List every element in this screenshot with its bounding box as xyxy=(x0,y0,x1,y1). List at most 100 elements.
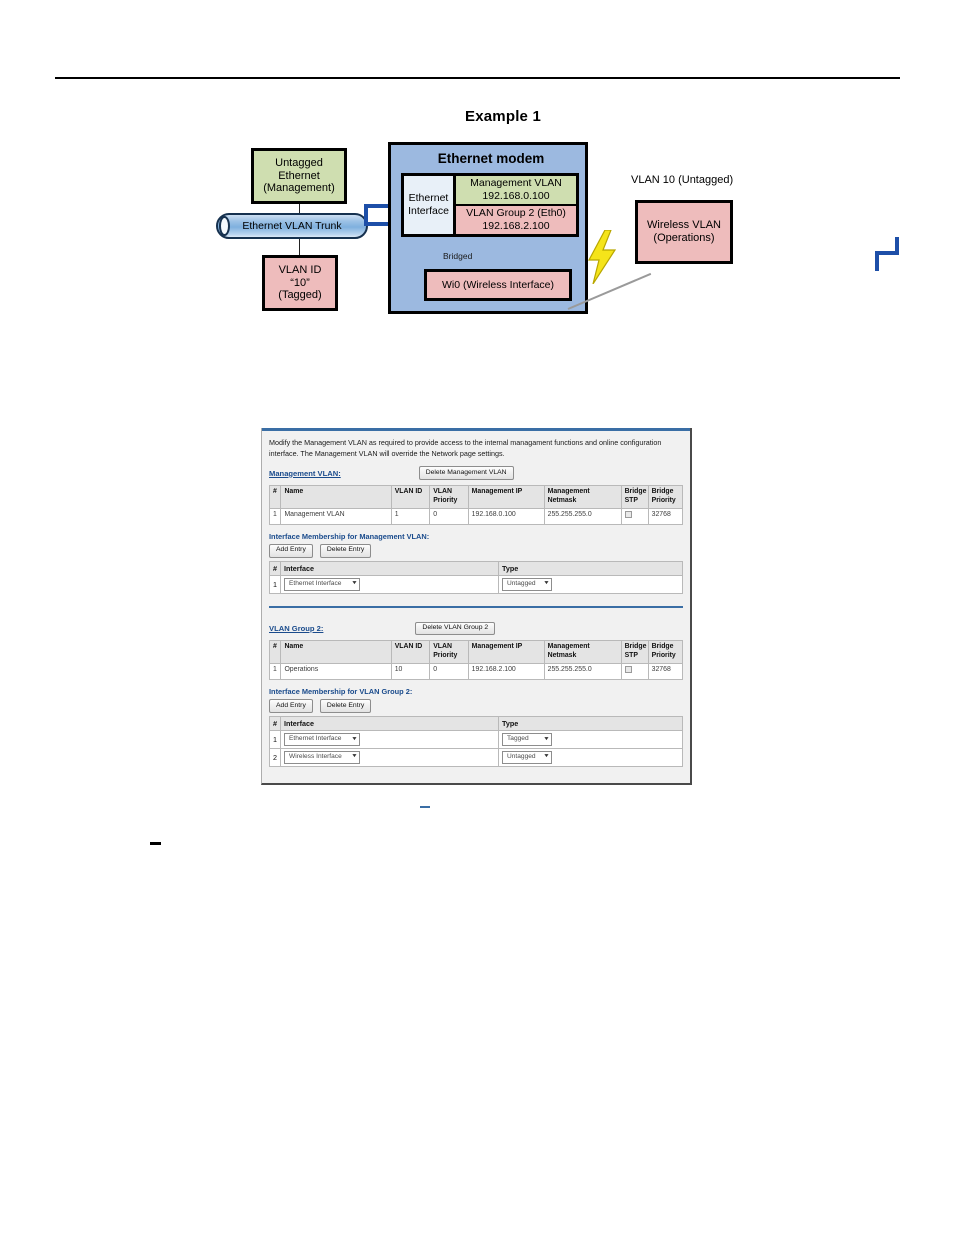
mgmt-vlan-line-1: Management VLAN xyxy=(470,177,562,190)
table-header-row: # Interface Type xyxy=(269,715,683,731)
header-bridge-priority: Bridge Priority xyxy=(647,485,684,509)
add-entry-button-management[interactable]: Add Entry xyxy=(269,543,313,558)
cell-vlan-priority[interactable]: 0 xyxy=(429,663,469,680)
wireless-line-1: Wireless VLAN xyxy=(647,219,721,232)
table-row: 1 Ethernet Interface ▼ Untagged ▼ xyxy=(269,574,683,594)
vlan-stack: Management VLAN 192.168.0.100 VLAN Group… xyxy=(456,176,576,234)
cell-bridge-priority[interactable]: 32768 xyxy=(647,663,684,680)
interface-select-management-1[interactable]: Ethernet Interface ▼ xyxy=(284,577,360,591)
cell-name[interactable]: Management VLAN xyxy=(280,507,392,525)
header-bridge-priority: Bridge Priority xyxy=(647,640,684,664)
vlan10-untagged-label: VLAN 10 (Untagged) xyxy=(631,174,734,186)
cell-num: 1 xyxy=(269,729,281,749)
interface-select-group2-2[interactable]: Wireless Interface ▼ xyxy=(284,750,360,764)
cell-management-netmask[interactable]: 255.255.255.0 xyxy=(543,507,622,525)
type-select-management-1[interactable]: Untagged ▼ xyxy=(502,577,552,591)
interface-select-value: Ethernet Interface xyxy=(289,580,342,588)
chevron-down-icon: ▼ xyxy=(543,580,550,587)
cell-vlan-priority[interactable]: 0 xyxy=(429,507,469,525)
bridged-label: Bridged xyxy=(443,251,473,261)
vlan-group2-table: # Name VLAN ID VLAN Priority Management … xyxy=(268,640,684,680)
vlan-id-tagged-box: VLAN ID “10” (Tagged) xyxy=(262,255,338,311)
cell-management-ip[interactable]: 192.168.2.100 xyxy=(467,663,545,680)
type-select-group2-2[interactable]: Untagged ▼ xyxy=(502,750,552,764)
header-management-ip: Management IP xyxy=(467,485,545,509)
management-vlan-section-header: Management VLAN: Delete Management VLAN xyxy=(269,466,683,481)
header-num: # xyxy=(268,485,282,509)
section-divider xyxy=(269,605,683,608)
untagged-line-3: (Management) xyxy=(263,182,335,195)
cell-vlan-id[interactable]: 1 xyxy=(390,507,431,525)
cell-vlan-id[interactable]: 10 xyxy=(390,663,431,680)
header-vlan-id: VLAN ID xyxy=(390,640,431,664)
delete-entry-button-group2[interactable]: Delete Entry xyxy=(319,699,372,713)
header-bridge-stp: Bridge STP xyxy=(620,485,649,509)
header-management-netmask: Management Netmask xyxy=(543,485,622,509)
page-header-rule xyxy=(55,77,900,79)
delete-entry-button-management[interactable]: Delete Entry xyxy=(319,543,372,558)
interface-select-value: Wireless Interface xyxy=(289,753,342,761)
cell-num: 2 xyxy=(269,747,281,767)
add-entry-button-group2[interactable]: Add Entry xyxy=(269,699,313,713)
header-interface: Interface xyxy=(280,715,499,731)
vlan-group2-link[interactable]: VLAN Group 2: xyxy=(269,624,323,633)
table-header-row: # Interface Type xyxy=(269,560,683,576)
table-row: 1 Management VLAN 1 0 192.168.0.100 255.… xyxy=(268,507,684,525)
group2-membership-title: Interface Membership for VLAN Group 2: xyxy=(269,687,413,696)
group2-membership-buttons: Add Entry Delete Entry xyxy=(269,699,683,713)
cell-interface: Wireless Interface ▼ xyxy=(280,747,499,767)
interface-group: Ethernet Interface Management VLAN 192.1… xyxy=(401,173,579,237)
delete-vlan-group2-button[interactable]: Delete VLAN Group 2 xyxy=(415,621,496,636)
header-type: Type xyxy=(498,715,683,731)
cell-bridge-priority[interactable]: 32768 xyxy=(647,507,684,525)
interface-select-group2-1[interactable]: Ethernet Interface ▼ xyxy=(284,732,360,746)
management-vlan-link[interactable]: Management VLAN: xyxy=(269,469,341,478)
header-management-ip: Management IP xyxy=(467,640,545,664)
table-header-row: # Name VLAN ID VLAN Priority Management … xyxy=(268,485,684,509)
type-select-group2-1[interactable]: Tagged ▼ xyxy=(502,732,552,746)
cell-num: 1 xyxy=(268,663,282,680)
vlan-configuration-panel: Modify the Management VLAN as required t… xyxy=(261,428,692,785)
interface-select-value: Ethernet Interface xyxy=(289,735,342,743)
cell-management-netmask[interactable]: 255.255.255.0 xyxy=(543,663,622,680)
cell-bridge-stp xyxy=(620,663,649,680)
ethernet-modem-box: Ethernet modem Ethernet Interface Manage… xyxy=(388,142,899,314)
wireless-line-2: (Operations) xyxy=(653,232,715,244)
header-bridge-stp: Bridge STP xyxy=(620,640,649,664)
header-vlan-priority: VLAN Priority xyxy=(429,640,469,664)
cell-name[interactable]: Operations xyxy=(280,663,392,680)
header-num: # xyxy=(269,715,281,731)
header-num: # xyxy=(269,560,281,576)
cell-bridge-stp xyxy=(620,507,649,525)
group2-line-1: VLAN Group 2 (Eth0) xyxy=(466,207,566,220)
management-membership-title: Interface Membership for Management VLAN… xyxy=(269,531,430,541)
table-row: 1 Operations 10 0 192.168.2.100 255.255.… xyxy=(268,663,684,680)
vlan-group2-cell: VLAN Group 2 (Eth0) 192.168.2.100 xyxy=(456,206,576,234)
trunk-label: Ethernet VLAN Trunk xyxy=(242,220,342,232)
table-header-row: # Name VLAN ID VLAN Priority Management … xyxy=(268,640,684,664)
stray-black-dash xyxy=(150,842,161,845)
lightning-bolt-icon xyxy=(588,230,617,284)
table-row: 1 Ethernet Interface ▼ Tagged ▼ xyxy=(269,729,683,749)
bridge-stp-checkbox[interactable] xyxy=(624,666,632,673)
cell-management-ip[interactable]: 192.168.0.100 xyxy=(467,507,545,525)
header-interface: Interface xyxy=(280,560,499,576)
untagged-ethernet-box: Untagged Ethernet (Management) xyxy=(251,148,347,204)
untagged-line-2: Ethernet xyxy=(278,169,320,182)
trunk-modem-connector-seg1 xyxy=(368,222,388,226)
chevron-down-icon: ▼ xyxy=(543,753,550,760)
network-diagram: Example 1 Untagged Ethernet (Management)… xyxy=(0,100,954,330)
chevron-down-icon: ▼ xyxy=(351,753,358,760)
ethernet-interface-cell: Ethernet Interface xyxy=(404,176,456,234)
mgmt-vlan-line-2: 192.168.0.100 xyxy=(482,190,550,202)
ethernet-vlan-trunk: Ethernet VLAN Trunk xyxy=(216,213,368,239)
delete-management-vlan-button[interactable]: Delete Management VLAN xyxy=(418,466,514,481)
cell-num: 1 xyxy=(268,507,282,525)
modem-title: Ethernet modem xyxy=(437,151,545,166)
header-name: Name xyxy=(280,640,392,664)
vlanid-line-3: (Tagged) xyxy=(278,289,322,302)
type-select-value: Tagged xyxy=(507,735,529,743)
bridge-stp-checkbox[interactable] xyxy=(624,510,632,518)
group2-membership-table: # Interface Type 1 Ethernet Interface ▼ xyxy=(269,715,683,767)
header-vlan-id: VLAN ID xyxy=(390,485,431,509)
